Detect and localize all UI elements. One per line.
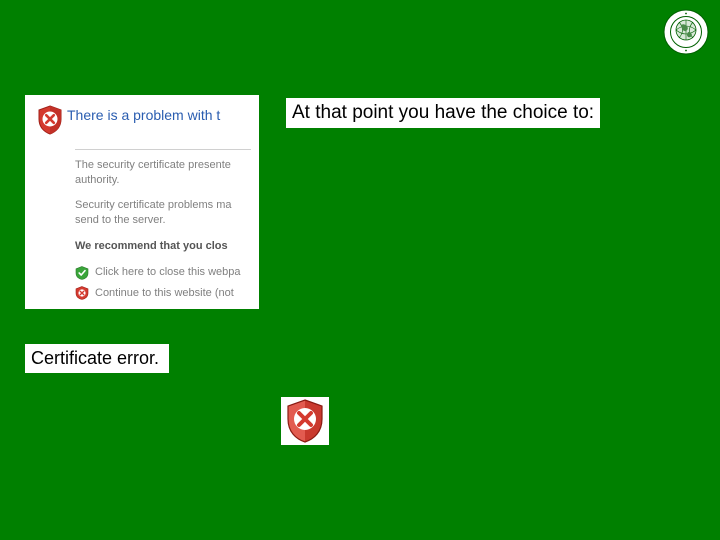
option-continue-website[interactable]: Continue to this website (not <box>75 283 251 304</box>
shield-check-icon <box>75 266 89 280</box>
cert-error-recommend: We recommend that you clos <box>75 239 251 254</box>
cert-error-body: The security certificate presente author… <box>33 158 251 309</box>
cert-error-line2: Security certificate problems ma send to… <box>75 198 251 228</box>
shield-x-icon <box>75 286 89 300</box>
cert-error-line1b: authority. <box>75 174 119 186</box>
cert-error-line2b: send to the server. <box>75 214 166 226</box>
option-continue-label: Continue to this website (not <box>95 286 234 301</box>
divider <box>75 149 251 150</box>
slide-heading: At that point you have the choice to: <box>286 98 600 128</box>
cert-error-header: There is a problem with t <box>33 103 251 145</box>
shield-error-icon <box>33 105 67 135</box>
option-close-webpage[interactable]: Click here to close this webpa <box>75 262 251 283</box>
institute-seal-logo <box>662 8 710 56</box>
option-close-label: Click here to close this webpa <box>95 265 241 280</box>
certificate-error-panel: There is a problem with t The security c… <box>25 95 259 309</box>
cert-error-line1: The security certificate presente author… <box>75 158 251 188</box>
figure-caption: Certificate error. <box>25 344 169 373</box>
cert-error-title: There is a problem with t <box>67 105 220 124</box>
cert-error-line1a: The security certificate presente <box>75 159 231 171</box>
large-shield-error-icon <box>281 397 329 445</box>
cert-error-line2a: Security certificate problems ma <box>75 199 232 211</box>
